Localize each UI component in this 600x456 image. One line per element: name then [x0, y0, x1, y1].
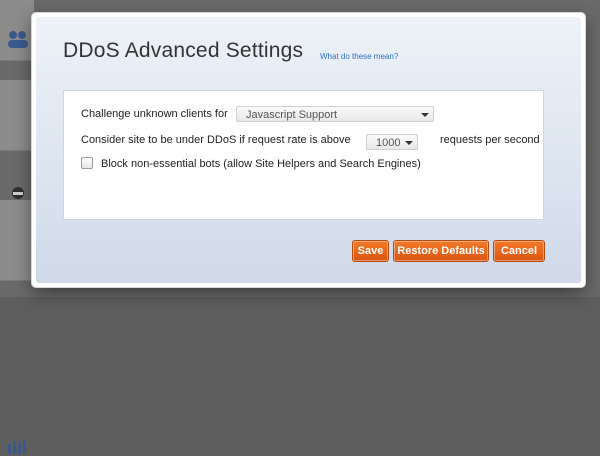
rate-label: Consider site to be under DDoS if reques… [81, 134, 351, 146]
block-bots-checkbox[interactable] [81, 157, 93, 169]
help-link[interactable]: What do these mean? [320, 52, 398, 61]
restore-defaults-button[interactable]: Restore Defaults [393, 240, 489, 262]
chevron-down-icon [421, 113, 429, 117]
users-icon [8, 31, 28, 48]
cancel-button[interactable]: Cancel [493, 240, 545, 262]
chevron-down-icon [405, 141, 413, 145]
ddos-settings-dialog: DDoS Advanced Settings What do these mea… [32, 13, 585, 287]
save-button[interactable]: Save [352, 240, 389, 262]
bar-chart-icon [8, 439, 26, 454]
rate-unit-label: requests per second [440, 134, 540, 146]
dialog-title: DDoS Advanced Settings [63, 39, 304, 62]
challenge-label: Challenge unknown clients for [81, 108, 228, 120]
background-panel [0, 0, 34, 61]
rate-select[interactable]: 1000 [366, 134, 418, 150]
rate-select-value: 1000 [376, 137, 401, 149]
dialog-body: DDoS Advanced Settings What do these mea… [36, 17, 581, 283]
background-panel [0, 80, 34, 208]
challenge-select-value: Javascript Support [246, 109, 338, 121]
background-panel [0, 200, 34, 454]
settings-panel: Challenge unknown clients for Javascript… [63, 90, 544, 220]
challenge-select[interactable]: Javascript Support [236, 106, 434, 122]
block-bots-label: Block non-essential bots (allow Site Hel… [101, 158, 421, 170]
